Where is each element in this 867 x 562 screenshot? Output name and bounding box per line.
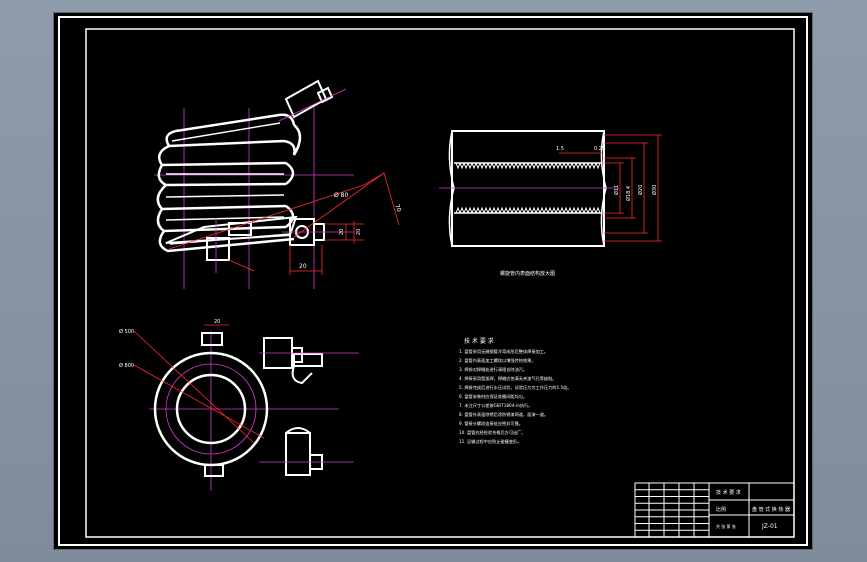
top-outlet (285, 427, 323, 476)
title-block-scale: 比例 (716, 506, 726, 513)
coil-loop (157, 144, 287, 167)
title-block-grid (635, 483, 709, 537)
title-block-drawing-no: JZ-01 (761, 523, 778, 530)
section-dim-pitch: 1.5 (556, 146, 564, 152)
coil-loop (158, 230, 295, 253)
tech-item: 6. 盘管安装时应保证各圈间距均匀。 (459, 393, 527, 400)
tech-item: 5. 焊接完成后进行水压试验，试验压力为工作压力的1.5倍。 (459, 384, 572, 391)
coil-inner (171, 122, 281, 142)
section-dim-d20: Ø20 (637, 185, 644, 195)
tech-item: 1. 盘管采用无缝钢管冷弯成形后整体焊接加工。 (459, 348, 548, 355)
tube-outline (451, 130, 605, 247)
front-dim-bolt-a: 20 (339, 229, 345, 235)
front-dim-width: 20 (299, 263, 307, 270)
front-view-dimensions (168, 172, 400, 275)
coil-loop (285, 161, 295, 185)
tech-item: 7. 未注尺寸公差按GB/T1804-m执行。 (459, 402, 533, 409)
tech-item: 4. 焊接采用氩弧焊，焊缝应饱满无夹渣气孔等缺陷。 (459, 375, 556, 382)
base-bracket (165, 215, 354, 273)
dim-leader (293, 172, 400, 238)
top-outlet-body (285, 432, 311, 476)
tech-item: 9. 管接头螺纹连接处应密封可靠。 (459, 420, 523, 427)
section-dim-depth: 0.25 (594, 146, 605, 152)
coil-loop (168, 139, 296, 156)
tech-item: 10. 盘管应经检验合格后方可出厂。 (459, 429, 526, 436)
tech-item: 11. 运输过程中应防止碰撞变形。 (459, 438, 521, 445)
top-dim-d800: Ø 800 (119, 362, 134, 369)
tech-item: 3. 焊前对焊缝处进行清理去除油污。 (459, 366, 527, 373)
ring-bottom-tab (204, 464, 224, 477)
section-caption: 螺旋管内表面结构放大图 (500, 270, 555, 277)
front-dim-diameter: Ø 80 (334, 192, 348, 199)
dim-ext (228, 259, 255, 272)
section-dim-d184: Ø18.4 (625, 186, 632, 201)
tech-items: 1. 盘管采用无缝钢管冷弯成形后整体焊接加工。 2. 盘管内表面加工螺纹以增强传热… (459, 348, 572, 445)
cad-viewer: Ø 80 70 20 20 20 1.5 0.25 Ø11 Ø18.4 Ø20 … (0, 0, 867, 562)
tech-requirements: 技 术 要 求 1. 盘管采用无缝钢管冷弯成形后整体焊接加工。 2. 盘管内表面加… (459, 337, 572, 445)
drawing-sheet: Ø 80 70 20 20 20 1.5 0.25 Ø11 Ø18.4 Ø20 … (54, 13, 812, 549)
title-block-sheet: 共 张 第 张 (716, 523, 736, 529)
title-block-part-name: 盘 管 式 换 热 器 (752, 506, 790, 513)
drawing-canvas: Ø 80 70 20 20 20 1.5 0.25 Ø11 Ø18.4 Ø20 … (58, 16, 808, 546)
ring-top-tab (201, 332, 223, 346)
top-view-dimensions (133, 324, 265, 444)
front-dim-angle: 70 (393, 203, 402, 213)
top-inlet-stub (293, 353, 323, 367)
front-dim-bolt-b: 20 (356, 229, 362, 235)
top-dim-d500: Ø 500 (119, 328, 134, 335)
section-view: 1.5 0.25 Ø11 Ø18.4 Ø20 Ø30 螺旋管内表面结构放大图 (439, 130, 662, 277)
top-inlet (263, 337, 323, 385)
top-inlet-curve (291, 365, 313, 385)
top-dim-tab: 20 (214, 319, 220, 325)
title-block-title: 技 术 要 求 (716, 489, 741, 496)
tech-item: 2. 盘管内表面加工螺纹以增强传热效果。 (459, 357, 536, 364)
tech-item: 8. 盘管外表面除锈后涂防锈漆两道，面漆一道。 (459, 411, 548, 418)
section-dim-d30: Ø30 (651, 185, 658, 195)
front-view: Ø 80 70 20 20 20 (154, 79, 402, 289)
tech-title: 技 术 要 求 (464, 337, 494, 345)
outer-frame (58, 16, 808, 546)
top-view: 20 Ø 500 Ø 800 (119, 319, 359, 491)
section-dim-d11: Ø11 (613, 185, 620, 195)
